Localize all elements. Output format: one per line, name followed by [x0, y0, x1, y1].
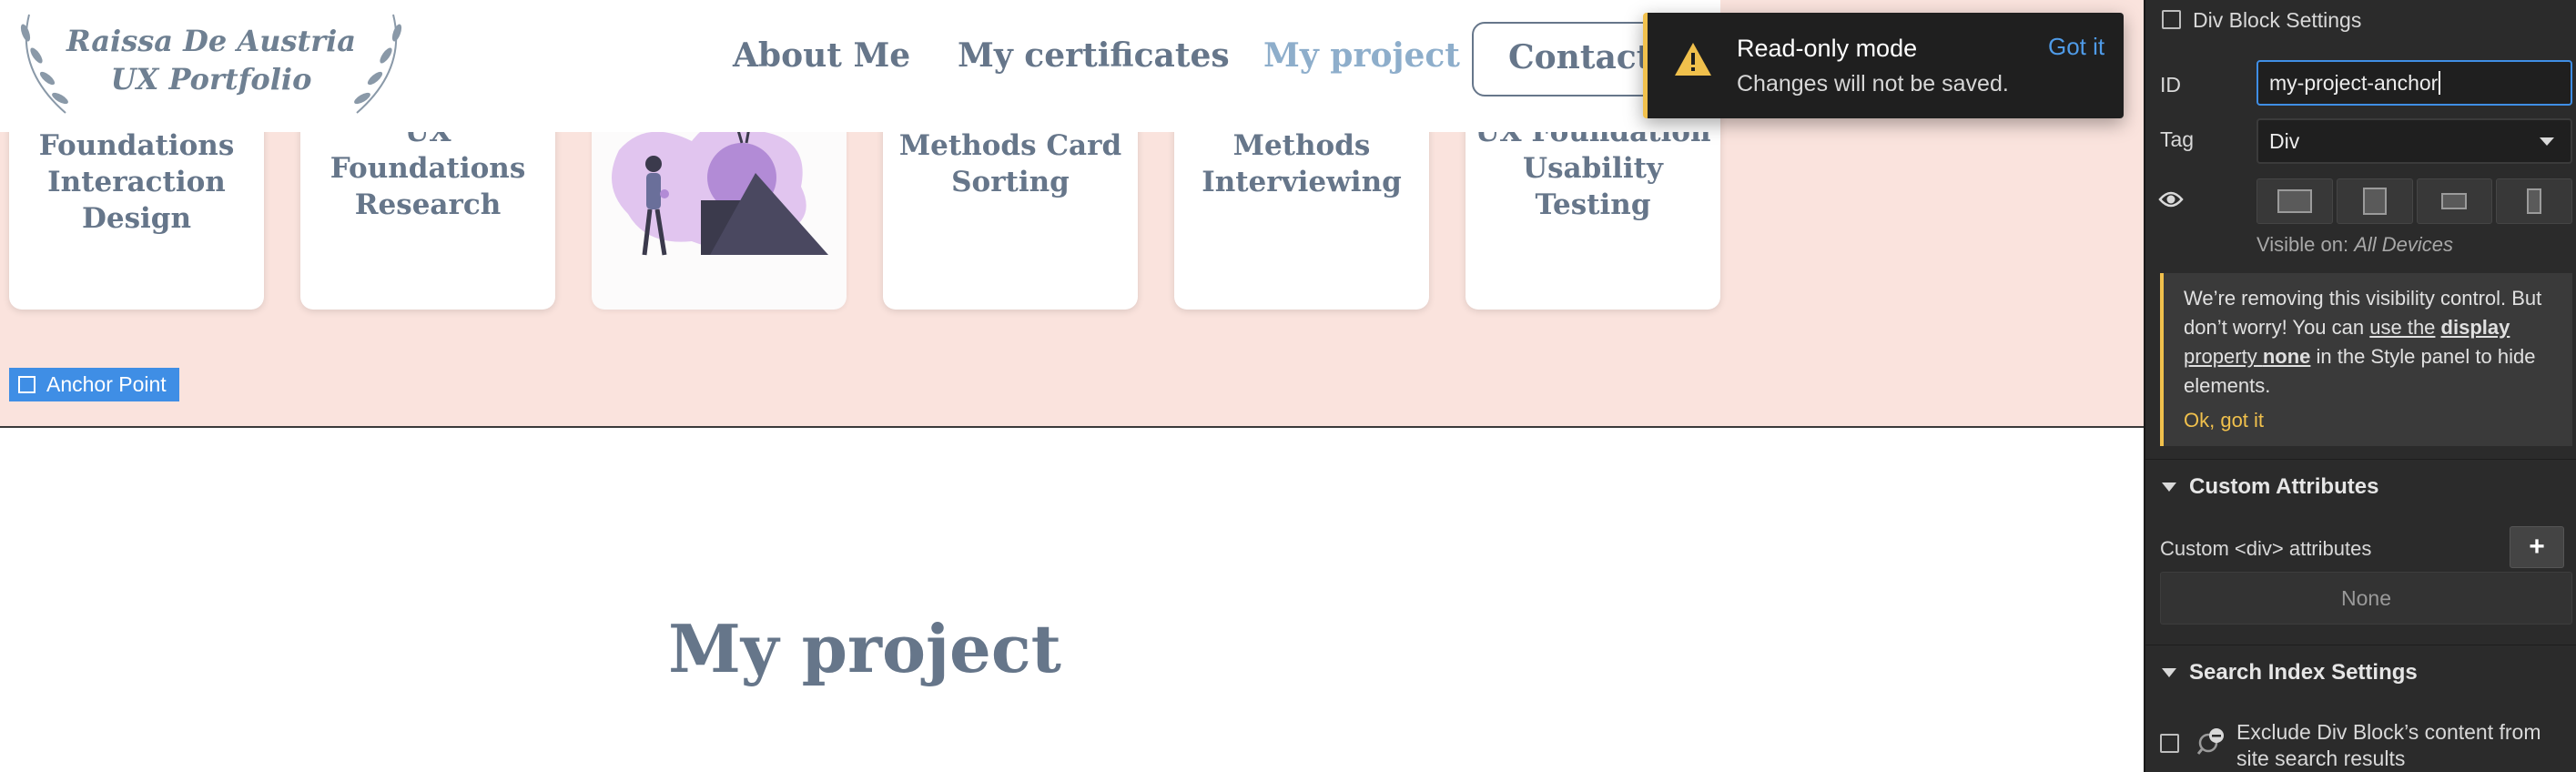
tablet-visibility-button[interactable] [2336, 178, 2413, 224]
collapse-arrow-icon [2162, 482, 2176, 492]
anchor-point-badge[interactable]: Anchor Point [9, 368, 179, 401]
got-it-button[interactable]: Got it [2048, 33, 2104, 61]
nav-certificates[interactable]: My certificates [958, 36, 1230, 75]
custom-attributes-header[interactable]: Custom Attributes [2145, 459, 2576, 513]
id-label: ID [2160, 73, 2181, 96]
collapse-arrow-icon [2162, 668, 2176, 677]
toast-title: Read-only mode [1737, 35, 1918, 62]
tablet-icon [2362, 188, 2387, 215]
tag-label: Tag [2160, 127, 2195, 151]
mobile-landscape-icon [2441, 193, 2468, 209]
section-title: My project [668, 610, 1061, 687]
nav-about[interactable]: About Me [733, 36, 910, 75]
visibility-device-toggles [2257, 178, 2572, 224]
logo-name: Raissa De Austria [66, 24, 356, 58]
chevron-down-icon [2540, 137, 2554, 146]
element-box-icon [18, 376, 35, 393]
mobile-portrait-visibility-button[interactable] [2496, 178, 2572, 224]
site-navbar: Raissa De Austria UX Portfolio About Me … [0, 0, 1736, 132]
id-input[interactable]: my-project-anchor [2257, 60, 2572, 106]
exclude-search-checkbox[interactable] [2160, 734, 2179, 753]
panel-header: Div Block Settings [2193, 8, 2362, 32]
none-value: none [2262, 345, 2311, 368]
visible-on-value: All Devices [2354, 233, 2454, 256]
div-block-checkbox[interactable] [2162, 10, 2181, 29]
section-title: Custom Attributes [2189, 474, 2379, 499]
id-value: my-project-anchor [2269, 70, 2439, 95]
visible-on-text: Visible on: All Devices [2257, 233, 2453, 257]
attributes-empty: None [2160, 572, 2572, 625]
warning-icon [1675, 43, 1711, 76]
mobile-portrait-icon [2527, 188, 2542, 214]
logo-subtitle: UX Portfolio [110, 62, 312, 96]
text-caret [2439, 71, 2441, 95]
notice-link[interactable]: use the [2369, 316, 2435, 339]
exclude-search-label: Exclude Div Block’s content from site se… [2236, 720, 2541, 770]
desktop-visibility-button[interactable] [2257, 178, 2333, 224]
notice-link-text: property [2184, 345, 2263, 368]
eye-icon [2158, 191, 2184, 208]
nav-project[interactable]: My project [1263, 36, 1460, 75]
desktop-icon [2277, 189, 2312, 213]
visible-on-label: Visible on: [2257, 233, 2349, 256]
ok-got-it-button[interactable]: Ok, got it [2184, 406, 2560, 435]
tag-value: Div [2269, 128, 2300, 153]
search-exclude-icon [2196, 728, 2224, 755]
section-title: Search Index Settings [2189, 660, 2418, 685]
display-property-link[interactable]: display [2441, 316, 2510, 339]
search-index-header[interactable]: Search Index Settings [2145, 645, 2576, 699]
visibility-notice: We’re removing this visibility control. … [2160, 273, 2572, 446]
tag-select[interactable]: Div [2257, 118, 2572, 164]
add-attribute-button[interactable]: + [2510, 526, 2564, 568]
mobile-landscape-visibility-button[interactable] [2416, 178, 2493, 224]
toast-message: Changes will not be saved. [1737, 71, 2009, 96]
settings-panel: Div Block Settings ID my-project-anchor … [2144, 0, 2576, 772]
card-title: UX Foundation Usability Testing [1475, 116, 1711, 221]
custom-attributes-label: Custom <div> attributes [2160, 537, 2372, 560]
read-only-toast: Read-only mode Changes will not be saved… [1643, 13, 2124, 118]
anchor-point-label: Anchor Point [46, 372, 167, 396]
site-logo[interactable]: Raissa De Austria UX Portfolio [20, 5, 402, 120]
card-title: UX Foundations Research [330, 116, 526, 221]
